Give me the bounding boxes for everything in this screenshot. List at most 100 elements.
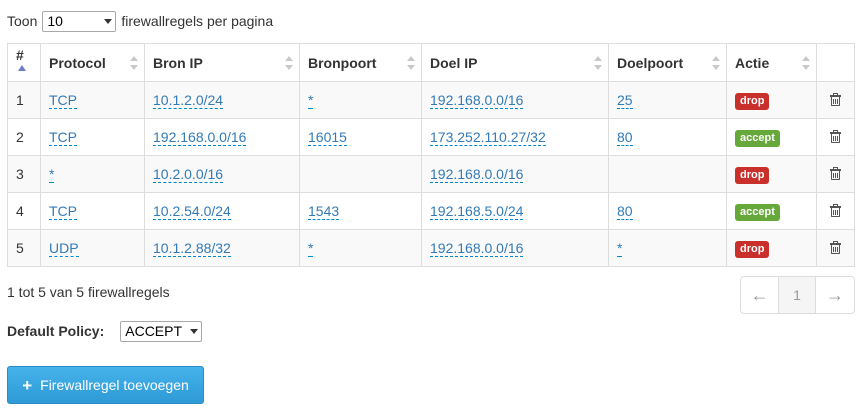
source-ip-editable-link[interactable]: 10.1.2.88/32 (153, 240, 231, 257)
source-port-editable-link[interactable]: * (308, 240, 314, 257)
add-firewall-rule-button[interactable]: + Firewallregel toevoegen (7, 366, 204, 404)
trash-icon[interactable] (830, 167, 841, 180)
trash-icon[interactable] (830, 130, 841, 143)
page-length-select[interactable]: 10 (42, 10, 117, 32)
dest-ip-editable-link[interactable]: 192.168.5.0/24 (430, 203, 524, 220)
table-row: 2 TCP 192.168.0.0/16 16015 173.252.110.27/32… (7, 118, 855, 156)
cell-protocol: TCP (40, 81, 145, 119)
cell-source-port: 16015 (299, 118, 422, 156)
dest-ip-editable-link[interactable]: 192.168.0.0/16 (430, 166, 524, 183)
default-policy-select[interactable]: ACCEPT (120, 320, 203, 342)
cell-dest-ip: 192.168.0.0/16 (421, 155, 609, 193)
row-number: 3 (16, 166, 24, 182)
cell-protocol: * (40, 155, 145, 193)
cell-number: 2 (7, 118, 41, 156)
table-row: 4 TCP 10.2.54.0/24 1543 192.168.5.0/24 80 acce… (7, 192, 855, 230)
cell-source-ip: 192.168.0.0/16 (144, 118, 300, 156)
previous-page-button[interactable]: ← (741, 277, 779, 313)
cell-number: 4 (7, 192, 41, 230)
action-badge[interactable]: drop (735, 240, 770, 258)
protocol-editable-link[interactable]: TCP (49, 92, 77, 109)
sort-icon (407, 56, 415, 70)
page-length-value: 10 (47, 13, 63, 29)
column-header-dest-port[interactable]: Doelpoort (608, 43, 727, 82)
cell-source-port (299, 155, 422, 193)
column-header-dest-ip[interactable]: Doel IP (421, 43, 609, 82)
cell-source-ip: 10.2.0.0/16 (144, 155, 300, 193)
cell-action: accept (726, 192, 817, 230)
cell-protocol: TCP (40, 192, 145, 230)
protocol-editable-link[interactable]: UDP (49, 240, 79, 257)
source-ip-editable-link[interactable]: 192.168.0.0/16 (153, 129, 247, 146)
sort-icon (594, 56, 602, 70)
cell-source-port: 1543 (299, 192, 422, 230)
cell-source-ip: 10.2.54.0/24 (144, 192, 300, 230)
sort-icon (130, 56, 138, 70)
source-port-editable-link[interactable]: * (308, 92, 314, 109)
add-firewall-rule-label: Firewallregel toevoegen (40, 377, 189, 393)
column-header-source-ip[interactable]: Bron IP (144, 43, 300, 82)
cell-dest-port: * (608, 229, 727, 267)
cell-delete (816, 118, 855, 156)
action-badge[interactable]: accept (735, 203, 780, 221)
protocol-editable-link[interactable]: TCP (49, 129, 77, 146)
default-policy-label: Default Policy: (7, 323, 105, 339)
cell-delete (816, 155, 855, 193)
sort-icon (285, 56, 293, 70)
cell-delete (816, 192, 855, 230)
next-page-button[interactable]: → (816, 277, 854, 313)
cell-delete (816, 229, 855, 267)
cell-action: accept (726, 118, 817, 156)
source-port-editable-link[interactable]: 16015 (308, 129, 347, 146)
dest-port-editable-link[interactable]: 80 (617, 129, 633, 146)
action-badge[interactable]: drop (735, 92, 770, 110)
cell-source-ip: 10.1.2.88/32 (144, 229, 300, 267)
row-number: 4 (16, 203, 24, 219)
dest-ip-editable-link[interactable]: 192.168.0.0/16 (430, 240, 524, 257)
cell-dest-ip: 192.168.0.0/16 (421, 81, 609, 119)
cell-dest-port: 25 (608, 81, 727, 119)
table-row: 3 * 10.2.0.0/16 192.168.0.0/16 drop (7, 155, 855, 193)
source-ip-editable-link[interactable]: 10.2.0.0/16 (153, 166, 224, 183)
trash-icon[interactable] (830, 241, 841, 254)
cell-action: drop (726, 229, 817, 267)
chevron-down-icon (190, 328, 199, 334)
chevron-down-icon (104, 18, 113, 24)
action-badge[interactable]: drop (735, 166, 770, 184)
cell-dest-port (608, 155, 727, 193)
cell-dest-ip: 173.252.110.27/32 (421, 118, 609, 156)
dest-ip-editable-link[interactable]: 173.252.110.27/32 (430, 129, 546, 146)
default-policy: Default Policy: ACCEPT (7, 320, 203, 342)
source-ip-editable-link[interactable]: 10.2.54.0/24 (153, 203, 231, 220)
column-header-number[interactable]: # (7, 43, 41, 82)
sort-icon (712, 56, 720, 70)
length-menu: Toon 10 firewallregels per pagina (7, 10, 273, 32)
trash-icon[interactable] (830, 93, 841, 106)
source-port-editable-link[interactable]: 1543 (308, 203, 340, 220)
length-suffix: firewallregels per pagina (121, 13, 274, 29)
cell-source-port: * (299, 81, 422, 119)
dest-ip-editable-link[interactable]: 192.168.0.0/16 (430, 92, 524, 109)
column-header-action[interactable]: Actie (726, 43, 817, 82)
cell-dest-port: 80 (608, 192, 727, 230)
table-row: 5 UDP 10.1.2.88/32 * 192.168.0.0/16 * drop (7, 229, 855, 267)
plus-icon: + (22, 375, 33, 395)
cell-protocol: UDP (40, 229, 145, 267)
dest-port-editable-link[interactable]: 25 (617, 92, 633, 109)
cell-action: drop (726, 81, 817, 119)
default-policy-value: ACCEPT (125, 323, 183, 339)
firewall-rules-table: # Protocol Bron IP Bronpoort Doel IP Doe… (7, 43, 855, 267)
column-header-protocol[interactable]: Protocol (40, 43, 145, 82)
dest-port-editable-link[interactable]: 80 (617, 203, 633, 220)
cell-source-port: * (299, 229, 422, 267)
current-page-button[interactable]: 1 (779, 277, 816, 313)
action-badge[interactable]: accept (735, 129, 780, 147)
source-ip-editable-link[interactable]: 10.1.2.0/24 (153, 92, 224, 109)
protocol-editable-link[interactable]: * (49, 166, 55, 183)
table-info: 1 tot 5 van 5 firewallregels (7, 284, 170, 300)
protocol-editable-link[interactable]: TCP (49, 203, 77, 220)
sort-icon (802, 56, 810, 70)
column-header-source-port[interactable]: Bronpoort (299, 43, 422, 82)
dest-port-editable-link[interactable]: * (617, 240, 623, 257)
trash-icon[interactable] (830, 204, 841, 217)
